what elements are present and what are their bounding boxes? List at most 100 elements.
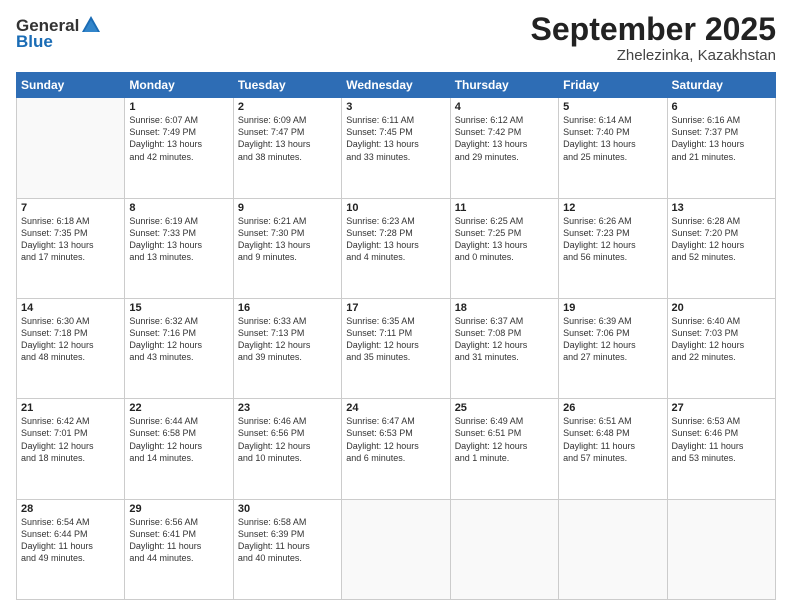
day-number: 10 — [346, 202, 445, 214]
calendar-cell: 16Sunrise: 6:33 AM Sunset: 7:13 PM Dayli… — [233, 298, 341, 398]
day-info: Sunrise: 6:32 AM Sunset: 7:16 PM Dayligh… — [129, 315, 228, 364]
day-info: Sunrise: 6:53 AM Sunset: 6:46 PM Dayligh… — [672, 415, 771, 464]
title-location: Zhelezinka, Kazakhstan — [531, 47, 776, 64]
day-number: 5 — [563, 101, 662, 113]
day-number: 27 — [672, 402, 771, 414]
day-number: 6 — [672, 101, 771, 113]
weekday-header-tuesday: Tuesday — [233, 73, 341, 98]
calendar-cell: 14Sunrise: 6:30 AM Sunset: 7:18 PM Dayli… — [17, 298, 125, 398]
day-info: Sunrise: 6:56 AM Sunset: 6:41 PM Dayligh… — [129, 516, 228, 565]
weekday-header-monday: Monday — [125, 73, 233, 98]
calendar-cell: 29Sunrise: 6:56 AM Sunset: 6:41 PM Dayli… — [125, 499, 233, 599]
weekday-header-friday: Friday — [559, 73, 667, 98]
calendar-cell: 5Sunrise: 6:14 AM Sunset: 7:40 PM Daylig… — [559, 98, 667, 198]
day-info: Sunrise: 6:23 AM Sunset: 7:28 PM Dayligh… — [346, 215, 445, 264]
calendar-cell: 3Sunrise: 6:11 AM Sunset: 7:45 PM Daylig… — [342, 98, 450, 198]
weekday-header-wednesday: Wednesday — [342, 73, 450, 98]
day-number: 14 — [21, 302, 120, 314]
day-info: Sunrise: 6:18 AM Sunset: 7:35 PM Dayligh… — [21, 215, 120, 264]
day-number: 23 — [238, 402, 337, 414]
week-row-2: 7Sunrise: 6:18 AM Sunset: 7:35 PM Daylig… — [17, 198, 776, 298]
week-row-5: 28Sunrise: 6:54 AM Sunset: 6:44 PM Dayli… — [17, 499, 776, 599]
calendar-cell: 24Sunrise: 6:47 AM Sunset: 6:53 PM Dayli… — [342, 399, 450, 499]
header: General Blue September 2025 Zhelezinka, … — [16, 12, 776, 64]
calendar-cell: 20Sunrise: 6:40 AM Sunset: 7:03 PM Dayli… — [667, 298, 775, 398]
day-number: 25 — [455, 402, 554, 414]
title-block: September 2025 Zhelezinka, Kazakhstan — [531, 12, 776, 64]
calendar-cell: 6Sunrise: 6:16 AM Sunset: 7:37 PM Daylig… — [667, 98, 775, 198]
calendar-cell: 21Sunrise: 6:42 AM Sunset: 7:01 PM Dayli… — [17, 399, 125, 499]
day-number: 4 — [455, 101, 554, 113]
calendar-cell: 7Sunrise: 6:18 AM Sunset: 7:35 PM Daylig… — [17, 198, 125, 298]
calendar-cell: 13Sunrise: 6:28 AM Sunset: 7:20 PM Dayli… — [667, 198, 775, 298]
calendar-cell: 17Sunrise: 6:35 AM Sunset: 7:11 PM Dayli… — [342, 298, 450, 398]
calendar-cell: 19Sunrise: 6:39 AM Sunset: 7:06 PM Dayli… — [559, 298, 667, 398]
day-number: 11 — [455, 202, 554, 214]
week-row-1: 1Sunrise: 6:07 AM Sunset: 7:49 PM Daylig… — [17, 98, 776, 198]
day-number: 20 — [672, 302, 771, 314]
day-number: 18 — [455, 302, 554, 314]
day-number: 30 — [238, 503, 337, 515]
calendar-cell: 2Sunrise: 6:09 AM Sunset: 7:47 PM Daylig… — [233, 98, 341, 198]
day-info: Sunrise: 6:39 AM Sunset: 7:06 PM Dayligh… — [563, 315, 662, 364]
day-info: Sunrise: 6:58 AM Sunset: 6:39 PM Dayligh… — [238, 516, 337, 565]
calendar-cell: 30Sunrise: 6:58 AM Sunset: 6:39 PM Dayli… — [233, 499, 341, 599]
day-number: 3 — [346, 101, 445, 113]
day-number: 9 — [238, 202, 337, 214]
day-info: Sunrise: 6:46 AM Sunset: 6:56 PM Dayligh… — [238, 415, 337, 464]
calendar-cell: 18Sunrise: 6:37 AM Sunset: 7:08 PM Dayli… — [450, 298, 558, 398]
day-info: Sunrise: 6:12 AM Sunset: 7:42 PM Dayligh… — [455, 114, 554, 163]
calendar-cell: 1Sunrise: 6:07 AM Sunset: 7:49 PM Daylig… — [125, 98, 233, 198]
calendar-cell: 22Sunrise: 6:44 AM Sunset: 6:58 PM Dayli… — [125, 399, 233, 499]
day-number: 12 — [563, 202, 662, 214]
day-number: 2 — [238, 101, 337, 113]
calendar-cell: 12Sunrise: 6:26 AM Sunset: 7:23 PM Dayli… — [559, 198, 667, 298]
logo-icon — [80, 14, 102, 36]
calendar-cell: 4Sunrise: 6:12 AM Sunset: 7:42 PM Daylig… — [450, 98, 558, 198]
logo: General Blue — [16, 16, 102, 52]
calendar-cell: 9Sunrise: 6:21 AM Sunset: 7:30 PM Daylig… — [233, 198, 341, 298]
day-info: Sunrise: 6:26 AM Sunset: 7:23 PM Dayligh… — [563, 215, 662, 264]
calendar-cell — [342, 499, 450, 599]
calendar-table: SundayMondayTuesdayWednesdayThursdayFrid… — [16, 72, 776, 600]
calendar-cell: 25Sunrise: 6:49 AM Sunset: 6:51 PM Dayli… — [450, 399, 558, 499]
day-info: Sunrise: 6:33 AM Sunset: 7:13 PM Dayligh… — [238, 315, 337, 364]
weekday-header-thursday: Thursday — [450, 73, 558, 98]
calendar-cell: 28Sunrise: 6:54 AM Sunset: 6:44 PM Dayli… — [17, 499, 125, 599]
day-info: Sunrise: 6:47 AM Sunset: 6:53 PM Dayligh… — [346, 415, 445, 464]
weekday-header-row: SundayMondayTuesdayWednesdayThursdayFrid… — [17, 73, 776, 98]
day-number: 24 — [346, 402, 445, 414]
day-info: Sunrise: 6:37 AM Sunset: 7:08 PM Dayligh… — [455, 315, 554, 364]
weekday-header-sunday: Sunday — [17, 73, 125, 98]
day-number: 1 — [129, 101, 228, 113]
day-info: Sunrise: 6:11 AM Sunset: 7:45 PM Dayligh… — [346, 114, 445, 163]
calendar-cell: 26Sunrise: 6:51 AM Sunset: 6:48 PM Dayli… — [559, 399, 667, 499]
day-number: 26 — [563, 402, 662, 414]
calendar-cell: 27Sunrise: 6:53 AM Sunset: 6:46 PM Dayli… — [667, 399, 775, 499]
day-info: Sunrise: 6:42 AM Sunset: 7:01 PM Dayligh… — [21, 415, 120, 464]
day-number: 8 — [129, 202, 228, 214]
day-info: Sunrise: 6:54 AM Sunset: 6:44 PM Dayligh… — [21, 516, 120, 565]
day-number: 28 — [21, 503, 120, 515]
day-info: Sunrise: 6:30 AM Sunset: 7:18 PM Dayligh… — [21, 315, 120, 364]
day-info: Sunrise: 6:35 AM Sunset: 7:11 PM Dayligh… — [346, 315, 445, 364]
day-number: 13 — [672, 202, 771, 214]
calendar-cell: 15Sunrise: 6:32 AM Sunset: 7:16 PM Dayli… — [125, 298, 233, 398]
title-month: September 2025 — [531, 12, 776, 47]
calendar-cell — [667, 499, 775, 599]
weekday-header-saturday: Saturday — [667, 73, 775, 98]
day-number: 22 — [129, 402, 228, 414]
day-info: Sunrise: 6:19 AM Sunset: 7:33 PM Dayligh… — [129, 215, 228, 264]
day-number: 21 — [21, 402, 120, 414]
calendar-cell: 10Sunrise: 6:23 AM Sunset: 7:28 PM Dayli… — [342, 198, 450, 298]
day-number: 15 — [129, 302, 228, 314]
day-info: Sunrise: 6:28 AM Sunset: 7:20 PM Dayligh… — [672, 215, 771, 264]
day-number: 29 — [129, 503, 228, 515]
day-info: Sunrise: 6:44 AM Sunset: 6:58 PM Dayligh… — [129, 415, 228, 464]
day-number: 7 — [21, 202, 120, 214]
day-number: 17 — [346, 302, 445, 314]
page: General Blue September 2025 Zhelezinka, … — [0, 0, 792, 612]
calendar-cell: 23Sunrise: 6:46 AM Sunset: 6:56 PM Dayli… — [233, 399, 341, 499]
calendar-cell — [17, 98, 125, 198]
day-number: 16 — [238, 302, 337, 314]
